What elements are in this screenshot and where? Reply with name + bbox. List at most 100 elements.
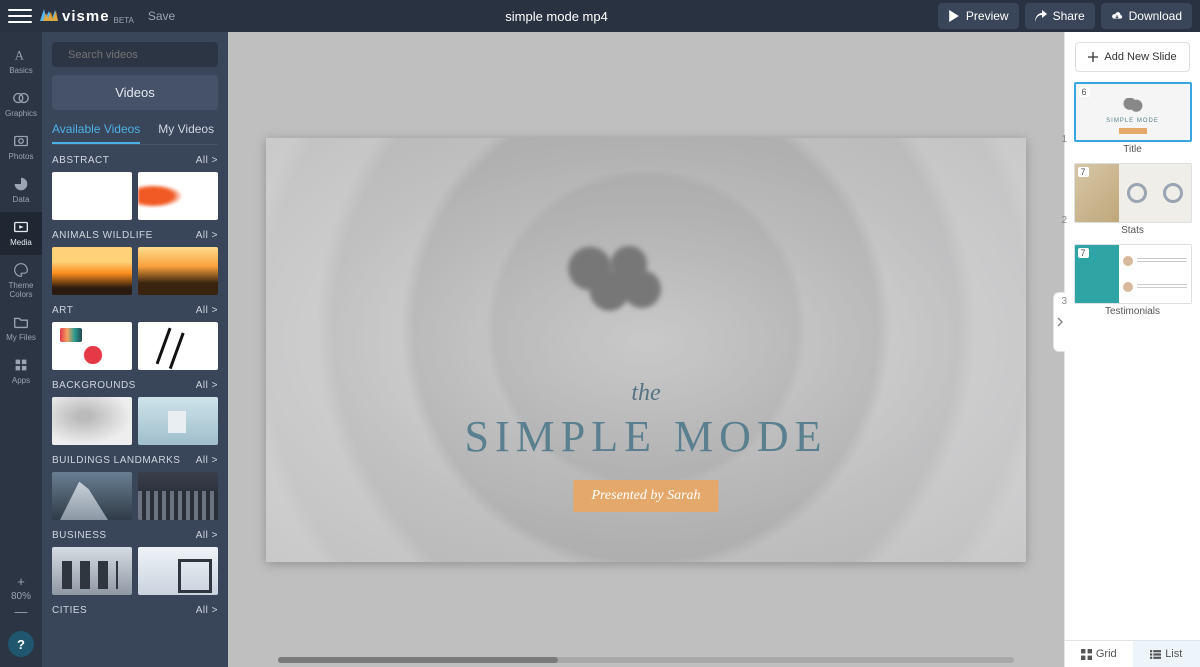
category-label: ABSTRACT bbox=[52, 155, 109, 166]
category-animals: ANIMALS WILDLIFEAll > bbox=[52, 228, 218, 295]
share-button[interactable]: Share bbox=[1025, 3, 1095, 29]
grid-view-button[interactable]: Grid bbox=[1065, 641, 1133, 667]
video-thumb[interactable] bbox=[138, 247, 218, 295]
category-label: BUILDINGS LANDMARKS bbox=[52, 455, 180, 466]
header: visme BETA Save simple mode mp4 Preview … bbox=[0, 0, 1200, 32]
slide-caption: Stats bbox=[1074, 225, 1192, 236]
slide-thumbnail-1[interactable]: 1 6 SIMPLE MODE Title bbox=[1074, 82, 1192, 155]
slide-frame[interactable]: 7 bbox=[1074, 244, 1192, 304]
add-slide-button[interactable]: Add New Slide bbox=[1075, 42, 1190, 72]
rail-data-label: Data bbox=[13, 195, 30, 204]
slide-caption: Title bbox=[1074, 144, 1192, 155]
category-buildings: BUILDINGS LANDMARKS All > bbox=[52, 453, 218, 520]
zoom-level: 80% bbox=[11, 591, 31, 602]
slide-thumbnail-2[interactable]: 2 7 Stats bbox=[1074, 163, 1192, 236]
mini-bar bbox=[1119, 128, 1147, 134]
slide-badge: 7 bbox=[1078, 167, 1089, 177]
folder-icon bbox=[12, 313, 30, 331]
mini-title: SIMPLE MODE bbox=[1106, 118, 1159, 124]
video-thumb[interactable] bbox=[138, 472, 218, 520]
category-all-link[interactable]: All > bbox=[196, 305, 218, 316]
rail-basics[interactable]: ABasics bbox=[0, 40, 42, 83]
category-abstract: ABSTRACT All > bbox=[52, 153, 218, 220]
rail-my-files[interactable]: My Files bbox=[0, 307, 42, 350]
slides-panel: Add New Slide 1 6 SIMPLE MODE Title 2 7 bbox=[1064, 32, 1200, 667]
rail-basics-label: Basics bbox=[9, 66, 33, 75]
download-button[interactable]: Download bbox=[1101, 3, 1192, 29]
video-thumb[interactable] bbox=[138, 172, 218, 220]
list-label: List bbox=[1165, 648, 1182, 660]
canvas-area[interactable]: the SIMPLE MODE Presented by Sarah bbox=[228, 32, 1064, 667]
video-thumb[interactable] bbox=[52, 247, 132, 295]
rail-data[interactable]: Data bbox=[0, 169, 42, 212]
category-all-link[interactable]: All > bbox=[196, 230, 218, 241]
tab-my-videos[interactable]: My Videos bbox=[158, 122, 214, 144]
rail-photos[interactable]: Photos bbox=[0, 126, 42, 169]
video-thumb[interactable] bbox=[138, 397, 218, 445]
video-thumb[interactable] bbox=[52, 547, 132, 595]
video-thumb[interactable] bbox=[138, 322, 218, 370]
palette-icon bbox=[12, 261, 30, 279]
zoom-in-button[interactable]: + bbox=[17, 574, 25, 589]
rail-theme-label: Theme Colors bbox=[9, 281, 34, 299]
help-button[interactable]: ? bbox=[8, 631, 34, 657]
slide-frame[interactable]: 6 SIMPLE MODE bbox=[1074, 82, 1192, 142]
videos-button[interactable]: Videos bbox=[52, 75, 218, 110]
save-link[interactable]: Save bbox=[148, 9, 175, 23]
body: ABasics Graphics Photos Data Media Theme… bbox=[0, 32, 1200, 667]
play-icon bbox=[948, 10, 960, 22]
category-backgrounds: BACKGROUNDS All > bbox=[52, 378, 218, 445]
list-view-button[interactable]: List bbox=[1133, 641, 1200, 667]
category-all-link[interactable]: All > bbox=[196, 605, 218, 616]
category-all-link[interactable]: All > bbox=[196, 155, 218, 166]
zoom-control: + 80% — bbox=[11, 568, 31, 625]
category-label: BACKGROUNDS bbox=[52, 380, 136, 391]
ripple-graphic bbox=[551, 237, 681, 327]
rail-media[interactable]: Media bbox=[0, 212, 42, 255]
download-label: Download bbox=[1129, 9, 1182, 23]
preview-button[interactable]: Preview bbox=[938, 3, 1019, 29]
search-field[interactable] bbox=[52, 42, 218, 67]
menu-icon[interactable] bbox=[8, 9, 32, 23]
slide-number: 3 bbox=[1062, 296, 1068, 307]
video-thumb[interactable] bbox=[52, 322, 132, 370]
category-all-link[interactable]: All > bbox=[196, 455, 218, 466]
photos-icon bbox=[12, 132, 30, 150]
logo-beta: BETA bbox=[114, 16, 134, 25]
search-input[interactable] bbox=[68, 49, 210, 61]
add-slide-label: Add New Slide bbox=[1104, 51, 1176, 63]
rail-graphics[interactable]: Graphics bbox=[0, 83, 42, 126]
category-all-link[interactable]: All > bbox=[196, 530, 218, 541]
slide-canvas[interactable]: the SIMPLE MODE Presented by Sarah bbox=[266, 138, 1026, 562]
rail-files-label: My Files bbox=[6, 333, 36, 342]
data-icon bbox=[12, 175, 30, 193]
video-thumb[interactable] bbox=[52, 472, 132, 520]
slide-caption: Testimonials bbox=[1074, 306, 1192, 317]
rail-theme-colors[interactable]: Theme Colors bbox=[0, 255, 42, 307]
slide-title: SIMPLE MODE bbox=[464, 411, 827, 462]
rail-graphics-label: Graphics bbox=[5, 109, 37, 118]
horizontal-scrollbar[interactable] bbox=[278, 657, 1014, 663]
category-all-link[interactable]: All > bbox=[196, 380, 218, 391]
slide-thumbnail-3[interactable]: 3 7 Testimonials bbox=[1074, 244, 1192, 317]
category-cities: CITIESAll > bbox=[52, 603, 218, 618]
slide-number: 1 bbox=[1062, 134, 1068, 145]
left-icon-rail: ABasics Graphics Photos Data Media Theme… bbox=[0, 32, 42, 667]
tab-available-videos[interactable]: Available Videos bbox=[52, 122, 140, 144]
video-thumb[interactable] bbox=[52, 397, 132, 445]
category-art: ARTAll > bbox=[52, 303, 218, 370]
slide-pretitle: the bbox=[631, 380, 660, 407]
logo-mark-icon bbox=[40, 8, 58, 24]
video-thumb[interactable] bbox=[138, 547, 218, 595]
video-thumb[interactable] bbox=[52, 172, 132, 220]
slide-frame[interactable]: 7 bbox=[1074, 163, 1192, 223]
cloud-download-icon bbox=[1111, 10, 1123, 22]
logo: visme BETA bbox=[40, 8, 134, 25]
header-actions: Preview Share Download bbox=[938, 3, 1192, 29]
list-icon bbox=[1150, 649, 1161, 660]
zoom-out-button[interactable]: — bbox=[14, 604, 27, 619]
rail-apps[interactable]: Apps bbox=[0, 350, 42, 393]
app-root: visme BETA Save simple mode mp4 Preview … bbox=[0, 0, 1200, 667]
category-business: BUSINESSAll > bbox=[52, 528, 218, 595]
scrollbar-thumb[interactable] bbox=[278, 657, 558, 663]
